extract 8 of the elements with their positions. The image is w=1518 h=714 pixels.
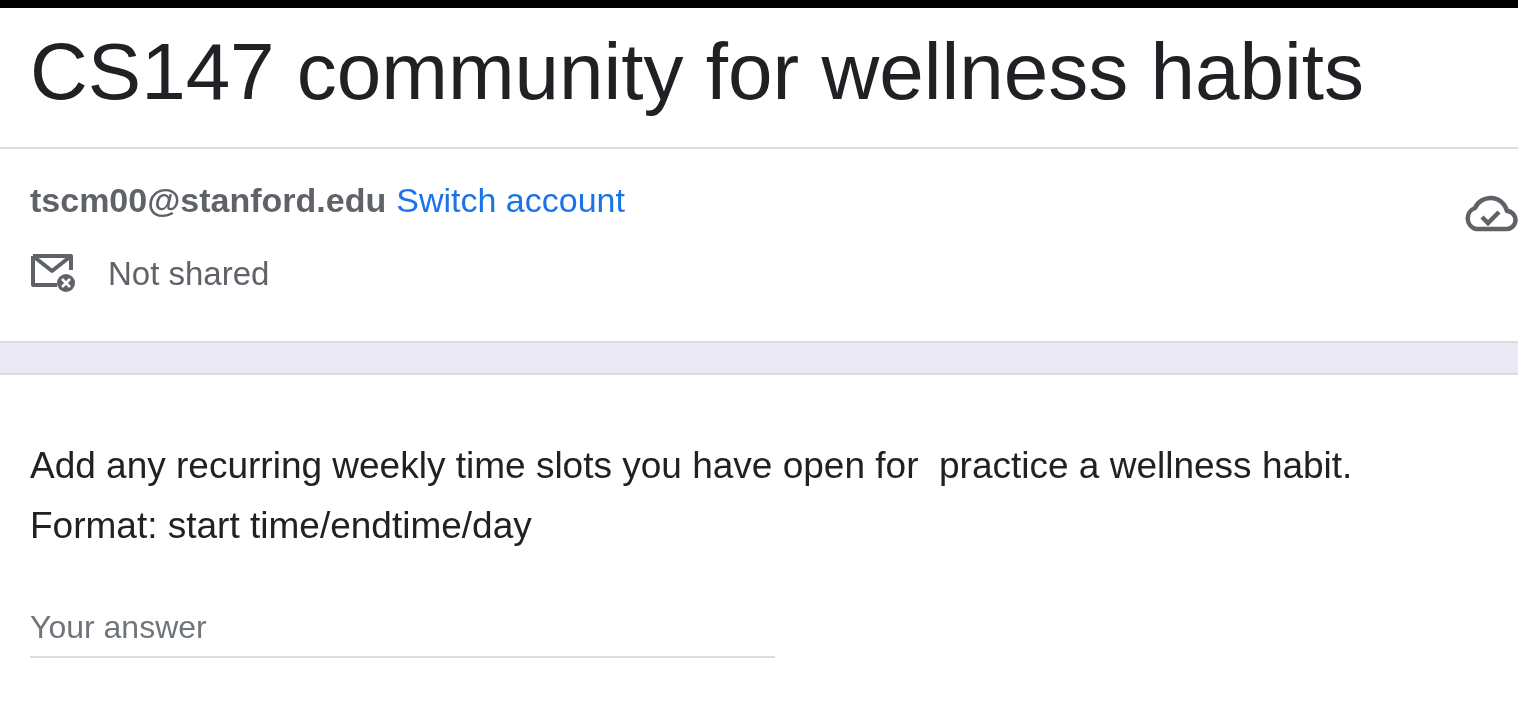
question-text: Format: start time/endtime/day [30,505,533,547]
switch-account-link[interactable]: Switch account [396,183,625,217]
form-title: CS147 community for wellness habits [30,31,1364,118]
sharing-status: Not shared [108,256,270,290]
account-email: tscm00@stanford.edu [30,183,387,217]
question-text: Add any recurring weekly time slots you have open for practice a wellness habit. [30,445,1354,487]
answer-field[interactable]: Your answer [30,609,775,658]
mail-not-shared-icon [30,253,78,293]
